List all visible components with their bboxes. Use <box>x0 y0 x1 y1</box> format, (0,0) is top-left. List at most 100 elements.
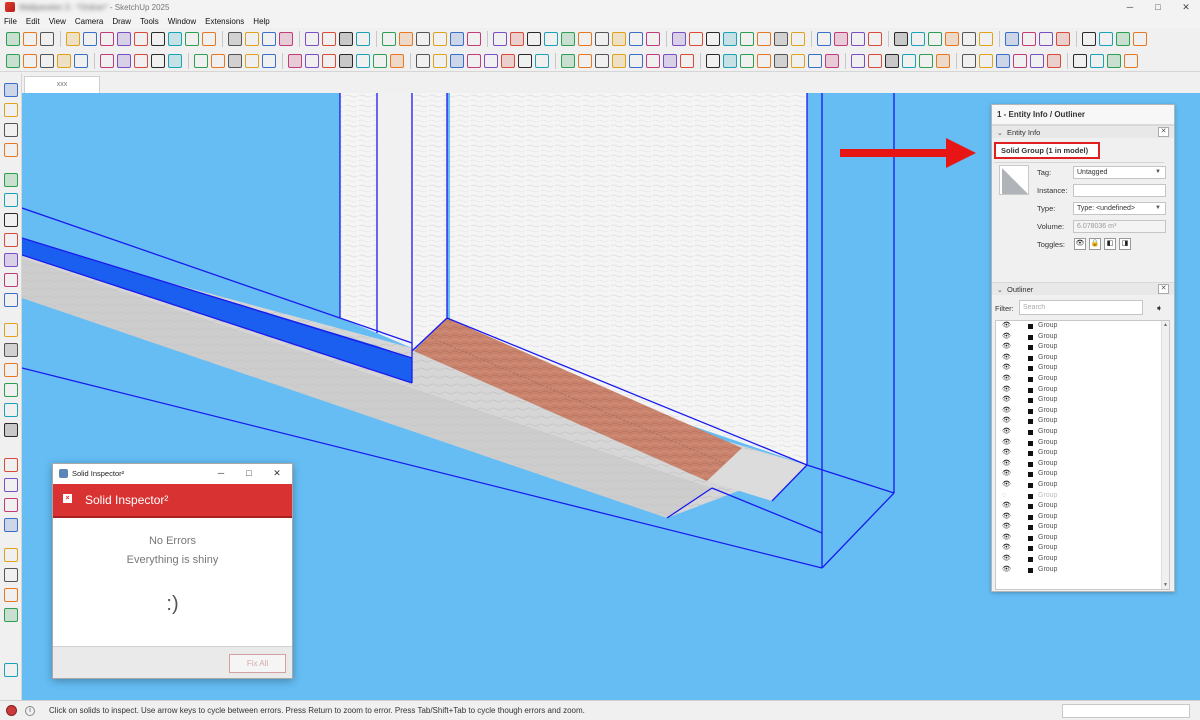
toolbar-tool-icon[interactable] <box>578 53 592 68</box>
outliner-row[interactable]: 👁 Group <box>996 501 1169 512</box>
toolbar-tool-icon[interactable] <box>211 53 225 68</box>
toolbar-tool-icon[interactable] <box>194 53 208 68</box>
toolbar-tool-icon[interactable] <box>629 32 643 46</box>
toolbar-tool-icon[interactable] <box>433 53 447 68</box>
toolbar-tool-icon[interactable] <box>646 53 660 68</box>
left-toolbar-tool-icon[interactable] <box>4 193 18 207</box>
close-icon[interactable]: ✕ <box>1158 127 1169 137</box>
outliner-row[interactable]: 👁 Group <box>996 469 1169 480</box>
toolbar-tool-icon[interactable] <box>185 32 199 46</box>
scroll-up-icon[interactable]: ▲ <box>1162 321 1169 329</box>
outliner-row[interactable]: 👁 Group <box>996 385 1169 396</box>
toolbar-tool-icon[interactable] <box>151 32 165 46</box>
eye-icon[interactable]: 👁 <box>1002 469 1011 480</box>
toolbar-tool-icon[interactable] <box>740 53 754 68</box>
left-toolbar-tool-icon[interactable] <box>4 173 18 187</box>
left-toolbar-tool-icon[interactable] <box>4 498 18 512</box>
entity-info-header[interactable]: ⌄ Entity Info ✕ <box>992 125 1174 138</box>
toolbar-tool-icon[interactable] <box>740 32 754 46</box>
toolbar-tool-icon[interactable] <box>467 53 481 68</box>
left-toolbar-tool-icon[interactable] <box>4 403 18 417</box>
toolbar-tool-icon[interactable] <box>996 53 1010 68</box>
visibility-toggle-icon[interactable]: 👁 <box>1074 238 1086 250</box>
tag-select[interactable]: Untagged ▼ <box>1073 166 1166 179</box>
toolbar-tool-icon[interactable] <box>262 53 276 68</box>
eye-icon[interactable]: 👁 <box>1002 321 1011 332</box>
toolbar-tool-icon[interactable] <box>467 32 481 46</box>
toolbar-tool-icon[interactable] <box>202 32 216 46</box>
toolbar-tool-icon[interactable] <box>902 53 916 68</box>
toolbar-tool-icon[interactable] <box>723 53 737 68</box>
scroll-down-icon[interactable]: ▼ <box>1162 581 1169 589</box>
toolbar-tool-icon[interactable] <box>774 32 788 46</box>
toolbar-tool-icon[interactable] <box>595 32 609 46</box>
toolbar-tool-icon[interactable] <box>979 32 993 46</box>
toolbar-tool-icon[interactable] <box>228 53 242 68</box>
close-icon[interactable]: × <box>63 494 72 503</box>
eye-icon[interactable]: 👁 <box>1002 438 1011 449</box>
left-toolbar-tool-icon[interactable] <box>4 143 18 157</box>
toolbar-tool-icon[interactable] <box>612 32 626 46</box>
toolbar-tool-icon[interactable] <box>1107 53 1121 68</box>
scene-tab[interactable]: xxx <box>24 76 100 93</box>
toolbar-tool-icon[interactable] <box>629 53 643 68</box>
eye-icon[interactable]: 👁 <box>1002 554 1011 565</box>
toolbar-tool-icon[interactable] <box>1005 32 1019 46</box>
left-toolbar-tool-icon[interactable] <box>4 363 18 377</box>
outliner-row[interactable]: 👁 Group <box>996 332 1169 343</box>
left-toolbar-tool-icon[interactable] <box>4 518 18 532</box>
toolbar-tool-icon[interactable] <box>979 53 993 68</box>
toolbar-tool-icon[interactable] <box>484 53 498 68</box>
toolbar-tool-icon[interactable] <box>228 32 242 46</box>
outliner-row[interactable]: 👁 Group <box>996 342 1169 353</box>
eye-icon[interactable]: 👁 <box>1002 522 1011 533</box>
eye-icon[interactable]: 👁 <box>1002 448 1011 459</box>
eye-icon[interactable]: 👁 <box>1002 480 1011 491</box>
toolbar-tool-icon[interactable] <box>168 32 182 46</box>
toolbar-tool-icon[interactable] <box>373 53 387 68</box>
outliner-row[interactable]: 👁 Group <box>996 427 1169 438</box>
outliner-row[interactable]: 👁 Group <box>996 512 1169 523</box>
toolbar-tool-icon[interactable] <box>1030 53 1044 68</box>
toolbar-tool-icon[interactable] <box>663 53 677 68</box>
type-select[interactable]: Type: <undefined> ▼ <box>1073 202 1166 215</box>
toolbar-tool-icon[interactable] <box>706 32 720 46</box>
toolbar-tool-icon[interactable] <box>885 53 899 68</box>
outliner-row[interactable]: 👁 Group <box>996 459 1169 470</box>
toolbar-tool-icon[interactable] <box>305 32 319 46</box>
toolbar-tool-icon[interactable] <box>757 53 771 68</box>
left-toolbar-tool-icon[interactable] <box>4 83 18 97</box>
toolbar-tool-icon[interactable] <box>117 53 131 68</box>
toolbar-tool-icon[interactable] <box>911 32 925 46</box>
maximize-button[interactable]: □ <box>1144 0 1172 14</box>
toolbar-tool-icon[interactable] <box>595 53 609 68</box>
eye-icon[interactable]: 👁 <box>1002 406 1011 417</box>
outliner-search-input[interactable] <box>1019 300 1143 315</box>
left-toolbar-tool-icon[interactable] <box>4 608 18 622</box>
eye-icon[interactable]: 👁 <box>1002 533 1011 544</box>
toolbar-tool-icon[interactable] <box>706 53 720 68</box>
toolbar-tool-icon[interactable] <box>1124 53 1138 68</box>
toolbar-tool-icon[interactable] <box>168 53 182 68</box>
toolbar-tool-icon[interactable] <box>945 32 959 46</box>
eye-icon[interactable]: 👁 <box>1002 363 1011 374</box>
left-toolbar-tool-icon[interactable] <box>4 123 18 137</box>
toolbar-tool-icon[interactable] <box>57 53 71 68</box>
toolbar-tool-icon[interactable] <box>817 32 831 46</box>
toolbar-tool-icon[interactable] <box>612 53 626 68</box>
eye-icon[interactable]: 👁 <box>1002 501 1011 512</box>
toolbar-tool-icon[interactable] <box>1073 53 1087 68</box>
toolbar-tool-icon[interactable] <box>689 32 703 46</box>
instance-field[interactable] <box>1073 184 1166 197</box>
left-toolbar-tool-icon[interactable] <box>4 233 18 247</box>
toolbar-tool-icon[interactable] <box>1099 32 1113 46</box>
outliner-row[interactable]: 👁 Group <box>996 416 1169 427</box>
toolbar-tool-icon[interactable] <box>74 53 88 68</box>
outliner-row[interactable]: ◌ Group <box>996 491 1169 502</box>
toolbar-tool-icon[interactable] <box>100 53 114 68</box>
toolbar-tool-icon[interactable] <box>544 32 558 46</box>
toolbar-tool-icon[interactable] <box>680 53 694 68</box>
outliner-row[interactable]: 👁 Group <box>996 543 1169 554</box>
toolbar-tool-icon[interactable] <box>40 32 54 46</box>
toolbar-tool-icon[interactable] <box>450 53 464 68</box>
